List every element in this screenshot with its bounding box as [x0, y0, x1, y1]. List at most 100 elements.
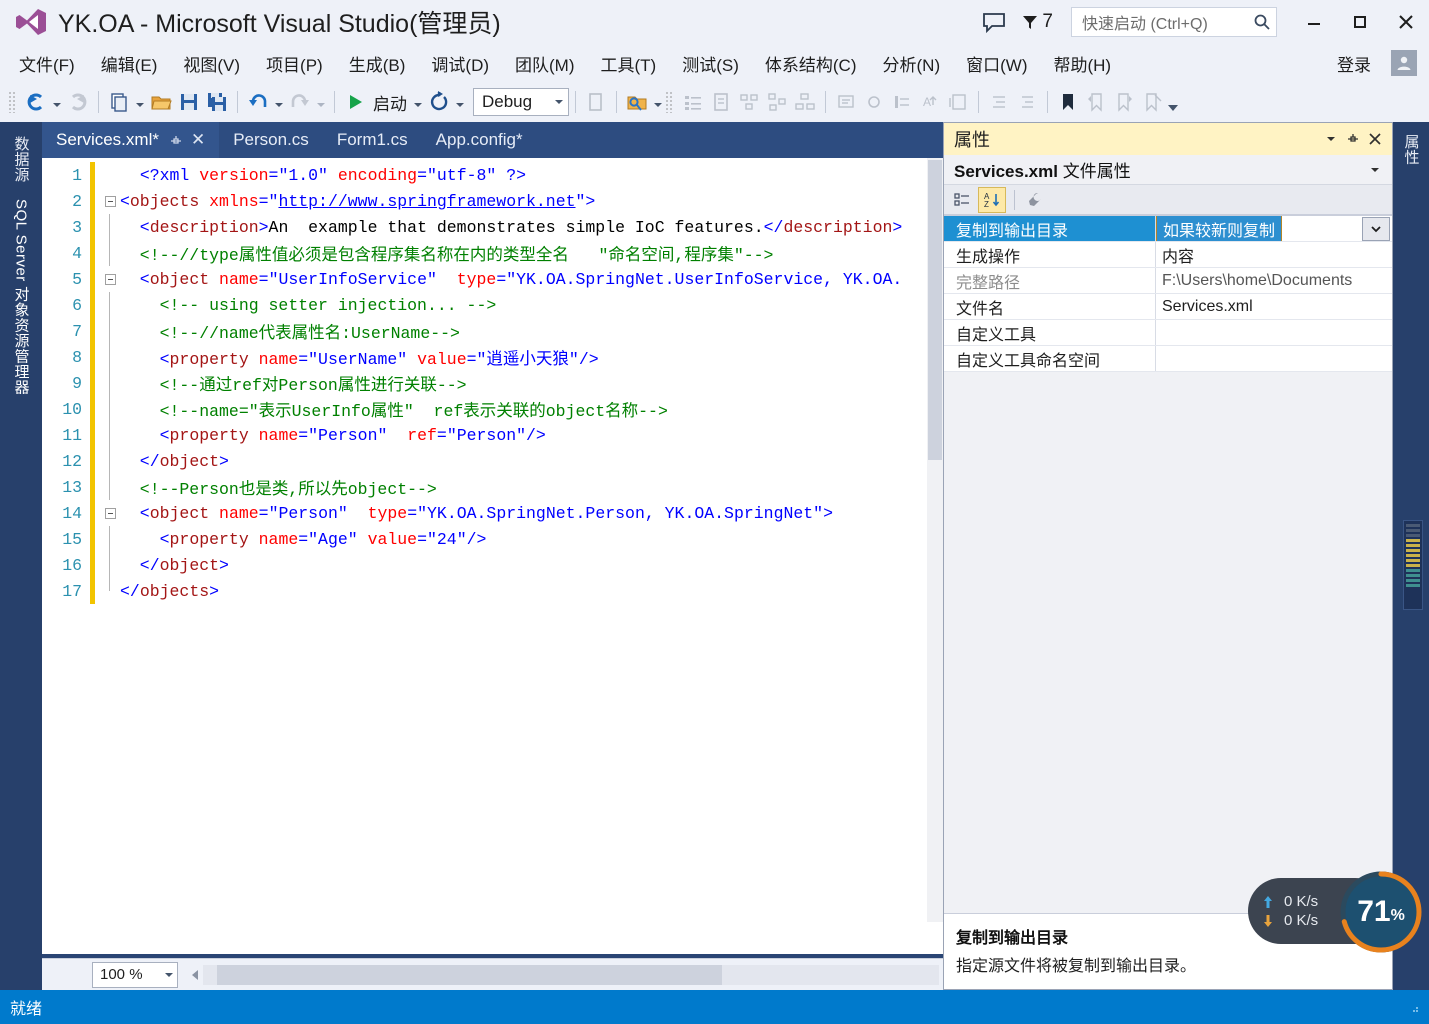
code-line[interactable]: 6 <!-- using setter injection... -->	[42, 292, 943, 318]
property-row[interactable]: 自定义工具	[944, 320, 1392, 346]
toolbar-grip[interactable]	[8, 91, 16, 113]
fold-margin[interactable]	[102, 396, 118, 422]
alphabetical-view-button[interactable]: A Z	[978, 186, 1006, 213]
property-value[interactable]: F:\Users\home\Documents	[1156, 268, 1392, 293]
horizontal-scroll-track[interactable]	[203, 964, 939, 985]
feedback-icon[interactable]	[981, 9, 1007, 35]
menu-item-analyze[interactable]: 分析(N)	[870, 47, 954, 80]
code-line[interactable]: 13 <!--Person也是类,所以先object-->	[42, 474, 943, 500]
property-row[interactable]: 生成操作 内容	[944, 242, 1392, 268]
property-row[interactable]: 自定义工具命名空间	[944, 346, 1392, 372]
menu-item-edit[interactable]: 编辑(E)	[88, 47, 171, 80]
properties-grid[interactable]: 复制到输出目录 如果较新则复制 生成操作 内容 完整路径 F:\Users\home\Do…	[944, 215, 1392, 372]
uncomment-selection-button[interactable]	[860, 88, 888, 116]
code-line[interactable]: 16 </object>	[42, 552, 943, 578]
word-completion-button[interactable]	[763, 88, 791, 116]
find-dropdown[interactable]	[651, 88, 665, 116]
solution-configuration-combo[interactable]: Debug	[473, 88, 569, 116]
code-line[interactable]: 2 <objects xmlns="http://www.springframew…	[42, 188, 943, 214]
toggle-bookmark-button[interactable]	[1054, 88, 1082, 116]
tab-app-config[interactable]: App.config*	[422, 122, 537, 158]
code-editor[interactable]: 1 <?xml version="1.0" encoding="utf-8" ?…	[42, 158, 943, 954]
close-icon[interactable]	[1364, 128, 1386, 150]
cpu-gauge-widget[interactable]: 71%	[1337, 868, 1425, 956]
toolbar-grip-2[interactable]	[665, 91, 673, 113]
scroll-left-icon[interactable]	[186, 964, 203, 985]
menu-item-debug[interactable]: 调试(D)	[418, 47, 502, 80]
tab-person-cs[interactable]: Person.cs	[219, 122, 323, 158]
sidebar-tab-data-sources[interactable]: 数据源	[9, 128, 34, 191]
property-row[interactable]: 完整路径 F:\Users\home\Documents	[944, 268, 1392, 294]
fold-margin[interactable]	[102, 292, 118, 318]
attach-to-process-button[interactable]	[582, 88, 610, 116]
fold-margin[interactable]	[102, 318, 118, 344]
collapse-box-icon[interactable]	[104, 195, 116, 207]
fold-margin[interactable]	[102, 526, 118, 552]
menu-item-help[interactable]: 帮助(H)	[1040, 47, 1124, 80]
menu-item-test[interactable]: 测试(S)	[669, 47, 752, 80]
account-avatar-icon[interactable]	[1391, 50, 1417, 76]
start-debug-dropdown[interactable]	[411, 88, 425, 116]
menu-item-file[interactable]: 文件(F)	[6, 47, 88, 80]
new-project-dropdown[interactable]	[133, 88, 147, 116]
toggle-outlining-button[interactable]	[985, 88, 1013, 116]
property-value[interactable]	[1156, 346, 1392, 371]
pin-icon[interactable]	[1342, 128, 1364, 150]
code-line[interactable]: 9 <!--通过ref对Person属性进行关联-->	[42, 370, 943, 396]
collapse-box-icon[interactable]	[104, 507, 116, 519]
property-value[interactable]: Services.xml	[1156, 294, 1392, 319]
navigate-backward-dropdown[interactable]	[50, 88, 64, 116]
redo-button[interactable]	[286, 88, 314, 116]
property-value[interactable]	[1156, 320, 1392, 345]
next-bookmark-button[interactable]	[1110, 88, 1138, 116]
code-line[interactable]: 11 <property name="Person" ref="Person"/…	[42, 422, 943, 448]
pin-icon[interactable]	[169, 133, 183, 147]
menu-item-tools[interactable]: 工具(T)	[588, 47, 670, 80]
property-pages-wrench-icon[interactable]	[1021, 187, 1049, 213]
minimize-button[interactable]	[1291, 0, 1337, 44]
fold-margin[interactable]	[102, 500, 118, 526]
undo-dropdown[interactable]	[272, 88, 286, 116]
sidebar-tab-properties[interactable]: 属性	[1399, 126, 1424, 173]
navigate-forward-button[interactable]	[64, 88, 92, 116]
list-members-button[interactable]	[679, 88, 707, 116]
notifications-group[interactable]: 7	[1021, 11, 1053, 33]
code-line[interactable]: 3 <description>An example that demonstra…	[42, 214, 943, 240]
collapse-all-button[interactable]	[1013, 88, 1041, 116]
categorized-view-button[interactable]	[948, 187, 976, 213]
code-line[interactable]: 10 <!--name="表示UserInfo属性" ref表示关联的objec…	[42, 396, 943, 422]
fold-margin[interactable]	[102, 240, 118, 266]
sidebar-tab-sql-server-object-explorer[interactable]: SQL Server 对象资源管理器	[9, 191, 34, 403]
save-all-button[interactable]	[203, 88, 231, 116]
previous-bookmark-button[interactable]	[1082, 88, 1110, 116]
toolbar-overflow-button[interactable]	[1166, 88, 1180, 116]
property-value-dropdown-button[interactable]	[1362, 216, 1390, 241]
panel-menu-chevron-down-icon[interactable]	[1320, 128, 1342, 150]
fold-margin[interactable]	[102, 344, 118, 370]
editor-vertical-scrollbar[interactable]	[927, 158, 943, 922]
navigate-backward-button[interactable]	[22, 88, 50, 116]
quick-info-button[interactable]	[707, 88, 735, 116]
quick-launch-input[interactable]: 快速启动 (Ctrl+Q)	[1071, 7, 1277, 37]
clear-bookmarks-button[interactable]	[1138, 88, 1166, 116]
fold-margin[interactable]	[102, 188, 118, 214]
code-line[interactable]: 5 <object name="UserInfoService" type="Y…	[42, 266, 943, 292]
menu-item-team[interactable]: 团队(M)	[502, 47, 587, 80]
start-debug-icon[interactable]	[341, 88, 369, 116]
editor-vertical-scroll-thumb[interactable]	[928, 160, 942, 460]
parameter-info-button[interactable]	[735, 88, 763, 116]
code-line[interactable]: 4 <!--//type属性值必须是包含程序集名称在内的类型全名 "命名空间,程…	[42, 240, 943, 266]
property-value-editor[interactable]: 如果较新则复制	[1156, 216, 1283, 241]
restart-dropdown[interactable]	[453, 88, 467, 116]
new-project-button[interactable]	[105, 88, 133, 116]
editor-zoom-combo[interactable]: 100 %	[92, 961, 178, 988]
collapse-box-icon[interactable]	[104, 273, 116, 285]
close-button[interactable]	[1383, 0, 1429, 44]
property-value[interactable]: 如果较新则复制	[1156, 216, 1392, 241]
tab-services-xml[interactable]: Services.xml* ✕	[42, 122, 220, 158]
save-button[interactable]	[175, 88, 203, 116]
comment-selection-button[interactable]	[832, 88, 860, 116]
code-line[interactable]: 17 </objects>	[42, 578, 943, 604]
fold-margin[interactable]	[102, 578, 118, 604]
decrease-indent-button[interactable]	[888, 88, 916, 116]
